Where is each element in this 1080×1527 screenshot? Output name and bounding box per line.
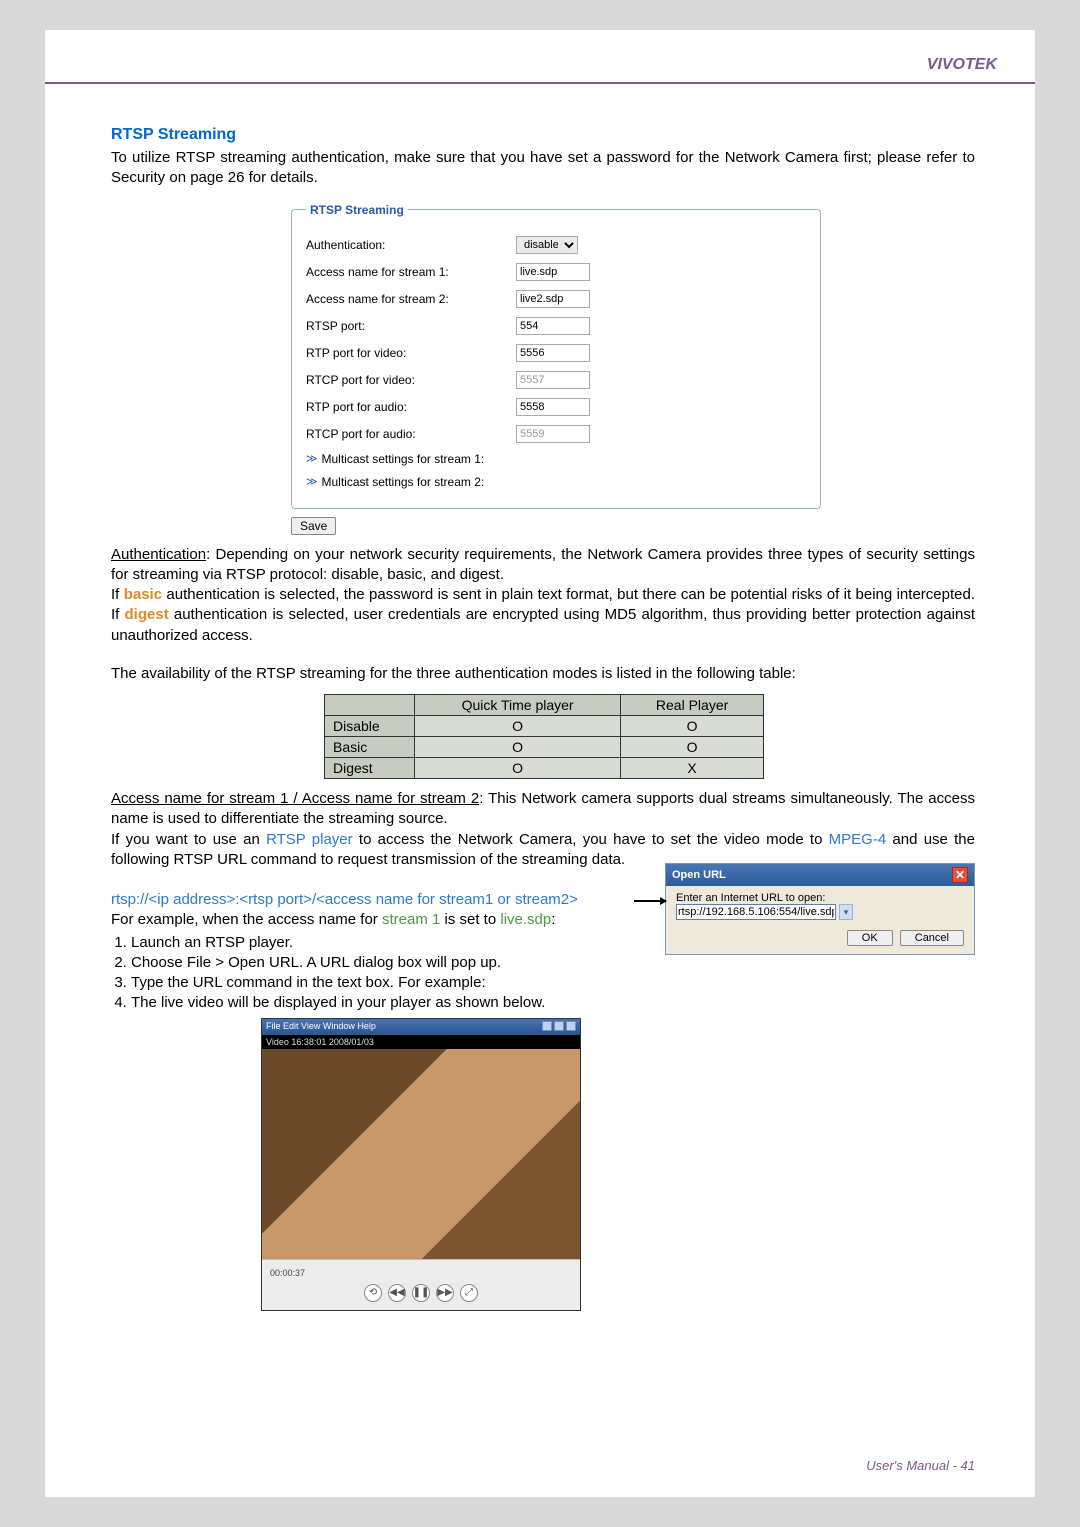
auth-mode-table: Quick Time player Real Player Disable O … (324, 694, 764, 779)
row-rtcp-audio: RTCP port for audio: (306, 425, 806, 443)
video-player-screenshot: File Edit View Window Help Video 16:38:0… (261, 1018, 581, 1311)
input-stream2-name[interactable] (516, 290, 590, 308)
section-title: RTSP Streaming (111, 126, 975, 144)
label-stream1-name: Access name for stream 1: (306, 265, 516, 279)
rewind-icon[interactable]: ◀◀ (388, 1284, 406, 1302)
table-row: Disable O O (325, 716, 764, 737)
label-rtp-audio: RTP port for audio: (306, 400, 516, 414)
auth-paragraph: Authentication: Depending on your networ… (111, 545, 975, 646)
input-rtcp-audio (516, 425, 590, 443)
label-rtp-video: RTP port for video: (306, 346, 516, 360)
rtsp-player-keyword: RTSP player (266, 831, 353, 848)
row-authentication: Authentication: disable (306, 236, 806, 254)
arrow-icon (634, 900, 666, 902)
open-url-dialog: Open URL ✕ Enter an Internet URL to open… (665, 863, 975, 955)
input-rtsp-port[interactable] (516, 317, 590, 335)
save-button[interactable]: Save (291, 517, 336, 535)
chevron-down-icon[interactable]: ▾ (839, 904, 853, 920)
rtsp-fieldset: RTSP Streaming Authentication: disable A… (291, 203, 821, 509)
url-input[interactable] (676, 904, 836, 920)
table-header: Real Player (621, 695, 764, 716)
row-stream1-name: Access name for stream 1: (306, 263, 806, 281)
pause-icon[interactable]: ❚❚ (412, 1284, 430, 1302)
player-time-left: 00:00:37 (270, 1268, 305, 1278)
cancel-button[interactable]: Cancel (900, 930, 964, 946)
table-header: Quick Time player (415, 695, 621, 716)
list-item: Choose File > Open URL. A URL dialog box… (131, 953, 975, 973)
row-rtsp-port: RTSP port: (306, 317, 806, 335)
label-multicast2: Multicast settings for stream 2: (322, 475, 485, 489)
row-rtp-video: RTP port for video: (306, 344, 806, 362)
row-stream2-name: Access name for stream 2: (306, 290, 806, 308)
input-rtp-video[interactable] (516, 344, 590, 362)
label-rtsp-port: RTSP port: (306, 319, 516, 333)
table-row: Basic O O (325, 737, 764, 758)
page-header: VIVOTEK (45, 30, 1035, 84)
video-frame (262, 1049, 580, 1259)
ok-button[interactable]: OK (847, 930, 893, 946)
auth-lead: Authentication (111, 546, 206, 563)
close-icon[interactable]: ✕ (952, 867, 968, 883)
row-rtcp-video: RTCP port for video: (306, 371, 806, 389)
player-menu: File Edit View Window Help (266, 1021, 376, 1033)
player-caption: Video 16:38:01 2008/01/03 (262, 1035, 580, 1049)
expand-icon: ≫ (306, 475, 318, 488)
table-header (325, 695, 415, 716)
input-rtcp-video (516, 371, 590, 389)
row-multicast1[interactable]: ≫ Multicast settings for stream 1: (306, 452, 806, 466)
fieldset-legend: RTSP Streaming (306, 203, 408, 217)
fullscreen-icon[interactable]: ⤢ (460, 1284, 478, 1302)
select-authentication[interactable]: disable (516, 236, 578, 254)
label-authentication: Authentication: (306, 238, 516, 252)
dialog-title: Open URL (672, 869, 726, 881)
mpeg4-keyword: MPEG-4 (829, 831, 887, 848)
input-stream1-name[interactable] (516, 263, 590, 281)
intro-paragraph: To utilize RTSP streaming authentication… (111, 148, 975, 189)
label-stream2-name: Access name for stream 2: (306, 292, 516, 306)
access-lead: Access name for stream 1 / Access name f… (111, 790, 479, 807)
input-rtp-audio[interactable] (516, 398, 590, 416)
digest-keyword: digest (125, 606, 169, 623)
dialog-label: Enter an Internet URL to open: (676, 892, 964, 904)
page-footer: User's Manual - 41 (866, 1458, 975, 1473)
expand-icon: ≫ (306, 452, 318, 465)
table-caption: The availability of the RTSP streaming f… (111, 664, 975, 684)
rewind-start-icon[interactable]: ⟲ (364, 1284, 382, 1302)
brand-text: VIVOTEK (927, 56, 997, 74)
label-rtcp-audio: RTCP port for audio: (306, 427, 516, 441)
label-rtcp-video: RTCP port for video: (306, 373, 516, 387)
table-row: Digest O X (325, 758, 764, 779)
forward-icon[interactable]: ▶▶ (436, 1284, 454, 1302)
row-multicast2[interactable]: ≫ Multicast settings for stream 2: (306, 475, 806, 489)
list-item: Type the URL command in the text box. Fo… (131, 973, 975, 993)
list-item: The live video will be displayed in your… (131, 993, 975, 1013)
label-multicast1: Multicast settings for stream 1: (322, 452, 485, 466)
row-rtp-audio: RTP port for audio: (306, 398, 806, 416)
window-controls (540, 1021, 576, 1033)
basic-keyword: basic (124, 586, 162, 603)
access-paragraph: Access name for stream 1 / Access name f… (111, 789, 975, 870)
